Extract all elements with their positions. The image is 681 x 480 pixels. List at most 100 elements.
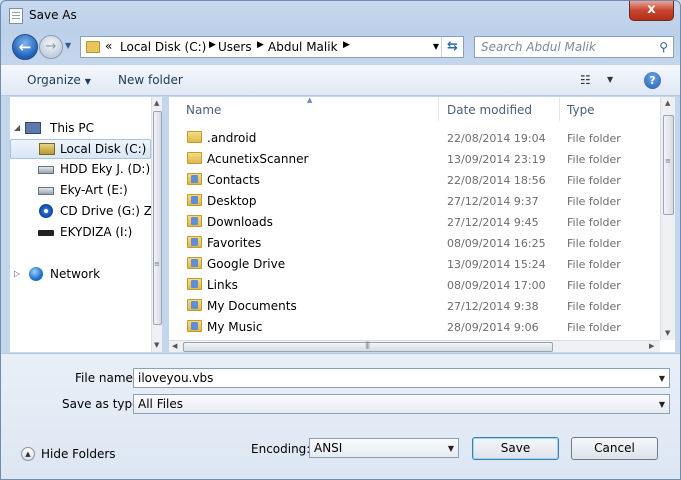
refresh-icon[interactable]: ⇆ [441, 37, 463, 57]
chevron-down-icon: ▼ [447, 444, 454, 453]
collapse-up-icon: ▲ [21, 447, 35, 461]
navigation-bar: ← → ▼ « Local Disk (C:) ▶ Users ▶ Abdul … [1, 32, 680, 62]
file-name: Links [207, 278, 238, 292]
breadcrumb-local-disk[interactable]: Local Disk (C:) [120, 40, 206, 54]
sidebar-scroll-thumb[interactable] [153, 111, 162, 325]
sidebar-item-label: Network [50, 267, 101, 281]
save-as-type-select[interactable]: All Files ▼ [133, 394, 670, 414]
search-icon[interactable]: ⚲ [659, 40, 668, 54]
scroll-left-icon[interactable]: ◀ [172, 342, 177, 350]
chevron-down-icon[interactable]: ▼ [659, 374, 665, 383]
scroll-right-icon[interactable]: ▶ [649, 342, 654, 350]
file-row-desktop[interactable]: Desktop 27/12/2014 9:37 File folder [169, 191, 660, 212]
back-button[interactable]: ← [12, 34, 38, 60]
file-row-links[interactable]: Links 08/09/2014 17:00 File folder [169, 275, 660, 296]
command-bar: Organize ▼ New folder ☷ ▼ ? [1, 64, 680, 96]
encoding-select[interactable]: ANSI ▼ [309, 438, 459, 458]
forward-button[interactable]: → [39, 35, 63, 59]
search-input[interactable]: Search Abdul Malik ⚲ [474, 36, 674, 58]
hide-folders-label: Hide Folders [41, 447, 116, 461]
sidebar-item-network[interactable]: ▷ Network [10, 265, 151, 285]
breadcrumb-abdul-malik[interactable]: Abdul Malik [268, 40, 338, 54]
save-button[interactable]: Save [472, 437, 559, 460]
help-icon[interactable]: ? [644, 72, 661, 89]
column-date-label: Date modified [447, 103, 533, 117]
scroll-up-icon[interactable]: ▲ [154, 99, 159, 107]
organize-button[interactable]: Organize ▼ [27, 73, 91, 87]
save-as-dialog: Save As x ← → ▼ « Local Disk (C:) ▶ User… [0, 0, 681, 480]
breadcrumb-users[interactable]: Users [218, 40, 252, 54]
file-row-downloads[interactable]: Downloads 27/12/2014 9:45 File folder [169, 212, 660, 233]
sidebar-item-local-disk[interactable]: Local Disk (C:) [10, 139, 151, 159]
sidebar-item-hdd-d[interactable]: HDD Eky J. (D:) [10, 160, 151, 180]
sidebar-item-ekydiza[interactable]: EKYDIZA (I:) [10, 223, 151, 243]
file-date: 13/09/2014 15:24 [447, 258, 546, 271]
chevron-down-icon[interactable]: ▼ [607, 75, 613, 84]
sidebar-item-eky-art[interactable]: Eky-Art (E:) [10, 181, 151, 201]
save-as-type-label: Save as type: [62, 397, 144, 411]
encoding-label: Encoding: [251, 442, 311, 456]
file-name: Contacts [207, 173, 260, 187]
scroll-down-icon[interactable]: ▼ [665, 329, 670, 337]
file-row-my-documents[interactable]: My Documents 27/12/2014 9:38 File folder [169, 296, 660, 317]
scroll-up-icon[interactable]: ▲ [665, 99, 670, 107]
navigation-pane: ◢ This PC Local Disk (C:) HDD Eky J. (D:… [10, 97, 162, 352]
file-row-android[interactable]: .android 22/08/2014 19:04 File folder [169, 128, 660, 149]
search-placeholder: Search Abdul Malik [481, 40, 596, 54]
column-header-name[interactable]: Name ▲ [169, 96, 439, 121]
breadcrumb-overflow[interactable]: « [105, 39, 112, 53]
file-list: Name ▲ Date modified Type .android 22/08… [169, 96, 675, 352]
view-options-icon[interactable]: ☷ [580, 73, 591, 87]
recent-locations-chevron-icon[interactable]: ▼ [65, 41, 71, 50]
chevron-right-icon[interactable]: ▶ [209, 40, 216, 50]
new-folder-button[interactable]: New folder [118, 73, 183, 87]
scroll-down-icon[interactable]: ▼ [154, 341, 159, 349]
cd-drive-icon [39, 204, 53, 218]
file-row-google-drive[interactable]: Google Drive 13/09/2014 15:24 File folde… [169, 254, 660, 275]
chevron-right-icon[interactable]: ▶ [257, 40, 264, 50]
file-row-acunetixscanner[interactable]: AcunetixScanner 13/09/2014 23:19 File fo… [169, 149, 660, 170]
file-row-favorites[interactable]: Favorites 08/09/2014 16:25 File folder [169, 233, 660, 254]
sidebar-item-this-pc[interactable]: ◢ This PC [10, 119, 151, 139]
sidebar-scrollbar[interactable]: ▲ ≡ ▼ [151, 97, 162, 352]
save-as-type-value: All Files [138, 397, 184, 411]
file-row-my-music[interactable]: My Music 28/09/2014 9:06 File folder [169, 317, 660, 338]
expand-icon[interactable]: ▷ [14, 269, 20, 278]
file-name-label: File name: [75, 371, 137, 385]
hard-drive-icon [38, 166, 54, 174]
file-type: File folder [567, 237, 621, 250]
file-name: Downloads [207, 215, 273, 229]
hard-drive-icon [38, 187, 54, 195]
file-name-field[interactable]: iloveyou.vbs ▼ [133, 368, 670, 388]
address-dropdown-icon[interactable]: ▼ [433, 42, 439, 51]
file-date: 27/12/2014 9:38 [447, 300, 539, 313]
file-date: 27/12/2014 9:45 [447, 216, 539, 229]
file-type: File folder [567, 300, 621, 313]
address-bar[interactable]: « Local Disk (C:) ▶ Users ▶ Abdul Malik … [80, 36, 464, 58]
file-type: File folder [567, 321, 621, 334]
column-header-date[interactable]: Date modified [440, 97, 560, 121]
sort-ascending-icon: ▲ [307, 96, 313, 104]
file-date: 08/09/2014 16:25 [447, 237, 546, 250]
column-name-label: Name [186, 103, 222, 117]
vertical-scroll-thumb[interactable] [663, 115, 674, 215]
music-folder-icon [187, 320, 202, 332]
expand-icon[interactable]: ◢ [14, 123, 20, 132]
cancel-button[interactable]: Cancel [571, 437, 658, 460]
chevron-right-icon[interactable]: ▶ [343, 40, 350, 50]
grip-icon: ≡ [665, 157, 671, 165]
file-type: File folder [567, 258, 621, 271]
links-folder-icon [187, 278, 202, 290]
sidebar-item-label: EKYDIZA (I:) [60, 225, 133, 239]
organize-label: Organize [27, 73, 81, 87]
file-type: File folder [567, 132, 621, 145]
file-list-vertical-scrollbar[interactable]: ▲ ≡ ▼ [660, 97, 675, 340]
file-name: AcunetixScanner [207, 152, 309, 166]
sidebar-item-cd-drive[interactable]: CD Drive (G:) ZTE [10, 202, 151, 222]
close-button[interactable]: x [629, 1, 674, 21]
file-name: My Documents [207, 299, 297, 313]
column-header-type[interactable]: Type [561, 97, 660, 121]
file-list-horizontal-scrollbar[interactable]: ◀ ||| ▶ [169, 340, 660, 352]
file-row-contacts[interactable]: Contacts 22/08/2014 18:56 File folder [169, 170, 660, 191]
notepad-icon [9, 8, 23, 24]
